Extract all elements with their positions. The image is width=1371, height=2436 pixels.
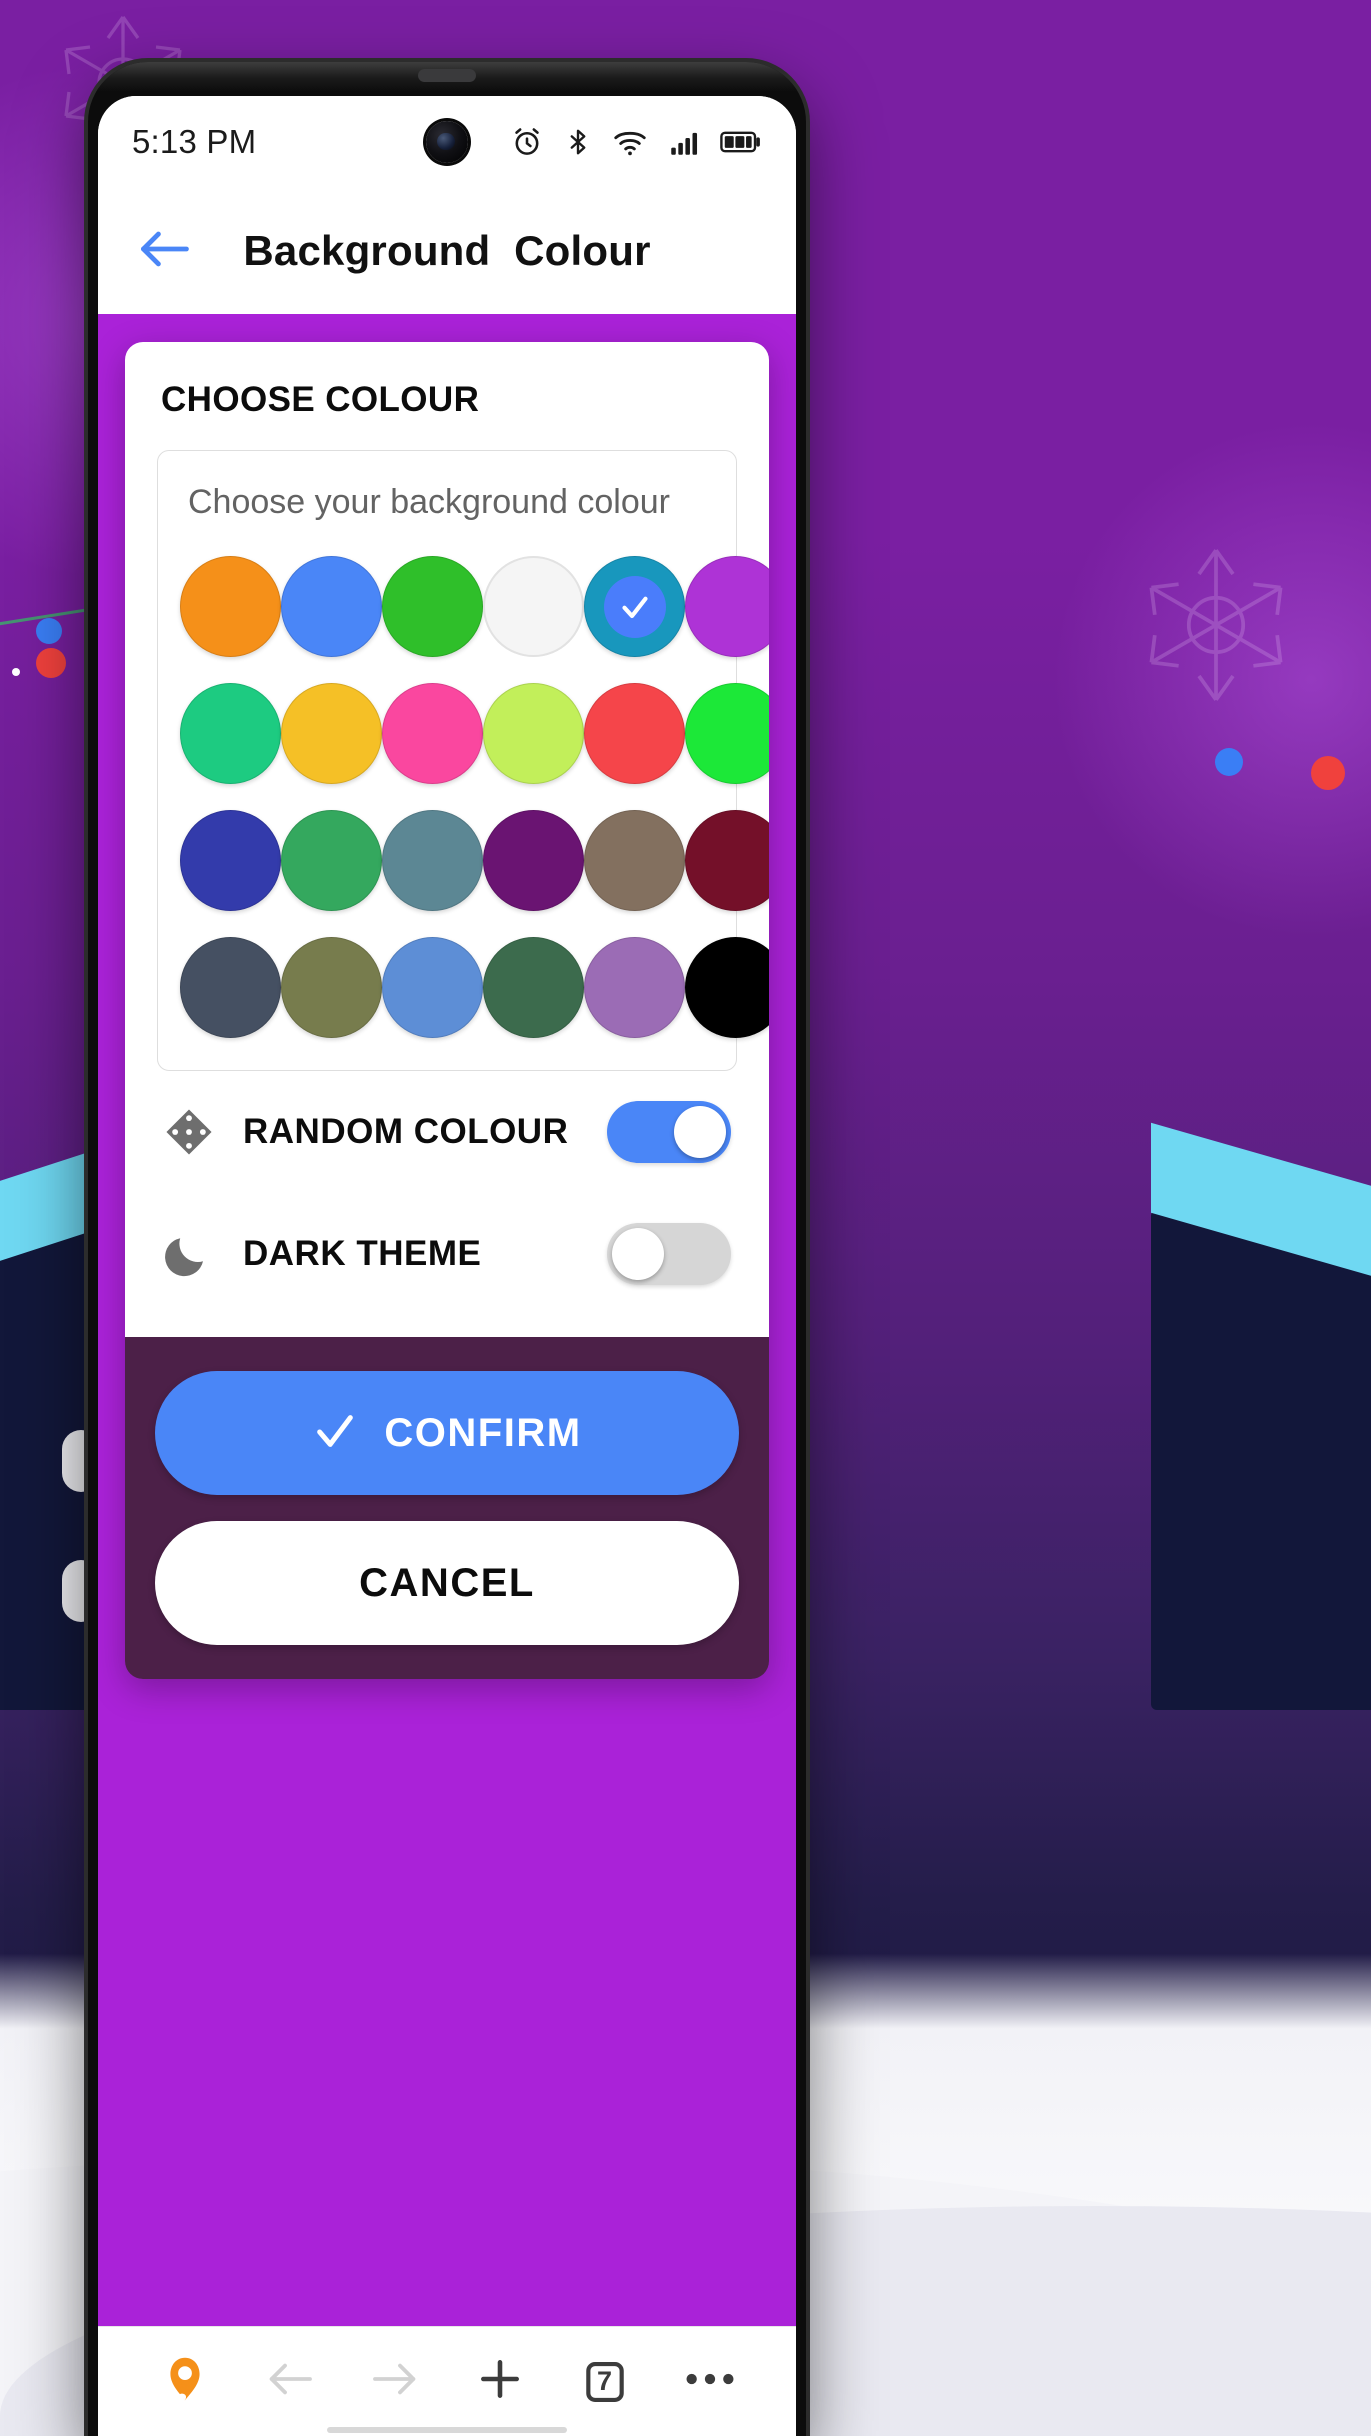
tab-count-label: 7 <box>596 2366 613 2396</box>
arrow-back-icon <box>265 2358 315 2405</box>
colour-swatch-pink[interactable] <box>382 683 483 784</box>
overflow-menu-button[interactable] <box>657 2327 762 2436</box>
colour-swatch-sea-green[interactable] <box>281 810 382 911</box>
garland-light <box>36 648 66 678</box>
earpiece-speaker <box>418 69 476 82</box>
colour-swatch-dark-purple[interactable] <box>483 810 584 911</box>
garland-light <box>1215 748 1243 776</box>
new-tab-button[interactable] <box>447 2327 552 2436</box>
page-title: Background Colour <box>243 227 651 274</box>
colour-swatch-cornflower[interactable] <box>382 937 483 1038</box>
random-colour-label: RANDOM COLOUR <box>243 1112 569 1151</box>
browser-forward-button[interactable] <box>342 2327 447 2436</box>
battery-icon <box>720 125 762 159</box>
colour-swatch-green[interactable] <box>382 556 483 657</box>
dark-theme-label: DARK THEME <box>243 1234 482 1273</box>
section-title: CHOOSE COLOUR <box>161 380 480 419</box>
page-content: CHOOSE COLOUR Choose your background col… <box>98 314 796 2436</box>
dialog-footer: CONFIRM CANCEL <box>125 1337 769 1679</box>
browser-back-button[interactable] <box>237 2327 342 2436</box>
swatch-panel: Choose your background colour <box>157 450 769 1071</box>
cellular-signal-icon <box>667 125 701 159</box>
dark-theme-toggle[interactable] <box>607 1223 731 1285</box>
kiwi-home-button[interactable] <box>132 2327 237 2436</box>
colour-swatch-red[interactable] <box>584 683 685 784</box>
cancel-button[interactable]: CANCEL <box>155 1521 739 1645</box>
colour-swatch-brown[interactable] <box>584 810 685 911</box>
gesture-handle <box>327 2427 567 2433</box>
kiwi-home-icon <box>160 2354 210 2409</box>
colour-swatch-bright-green[interactable] <box>685 683 769 784</box>
dice-icon <box>163 1106 229 1158</box>
confirm-button[interactable]: CONFIRM <box>155 1371 739 1495</box>
colour-swatch-amber[interactable] <box>281 683 382 784</box>
colour-swatch-slate-teal[interactable] <box>382 810 483 911</box>
colour-picker-dialog: CHOOSE COLOUR Choose your background col… <box>125 342 769 1679</box>
colour-swatch-orchid[interactable] <box>584 937 685 1038</box>
arrow-left-icon <box>136 227 192 276</box>
colour-swatch-black[interactable] <box>685 937 769 1038</box>
swatch-caption: Choose your background colour <box>188 483 670 521</box>
selected-check-icon <box>603 575 666 638</box>
garland-light <box>36 618 62 644</box>
wifi-icon <box>612 125 648 159</box>
back-button[interactable] <box>132 219 196 283</box>
colour-swatch-blue[interactable] <box>281 556 382 657</box>
colour-swatch-purple[interactable] <box>685 556 769 657</box>
wallpaper-house <box>1151 1210 1371 1710</box>
status-time: 5:13 PM <box>132 123 257 160</box>
colour-swatch-dark-slate[interactable] <box>180 937 281 1038</box>
colour-swatch-orange[interactable] <box>180 556 281 657</box>
browser-toolbar: 7 <box>98 2326 796 2436</box>
garland-light <box>12 668 20 676</box>
confirm-label: CONFIRM <box>384 1410 582 1455</box>
toggle-knob <box>612 1228 664 1280</box>
colour-swatch-indigo[interactable] <box>180 810 281 911</box>
colour-swatch-lime[interactable] <box>483 683 584 784</box>
status-icon-group <box>510 125 762 159</box>
bluetooth-icon <box>563 125 593 159</box>
moon-icon <box>163 1230 229 1278</box>
colour-swatch-emerald[interactable] <box>180 683 281 784</box>
overflow-menu-icon <box>685 2369 735 2394</box>
random-colour-toggle[interactable] <box>607 1101 731 1163</box>
tab-switcher-button[interactable]: 7 <box>552 2327 657 2436</box>
check-icon <box>312 1408 358 1459</box>
tab-count-icon: 7 <box>578 2355 632 2409</box>
random-colour-row[interactable]: RANDOM COLOUR <box>157 1071 737 1193</box>
colour-swatch-grid <box>180 556 769 1038</box>
colour-swatch-white[interactable] <box>483 556 584 657</box>
colour-swatch-forest-green[interactable] <box>483 937 584 1038</box>
dark-theme-row[interactable]: DARK THEME <box>157 1193 737 1315</box>
alarm-icon <box>510 125 544 159</box>
cancel-label: CANCEL <box>359 1560 535 1605</box>
arrow-forward-icon <box>370 2358 420 2405</box>
garland-light <box>1311 756 1345 790</box>
toggle-knob <box>674 1106 726 1158</box>
plus-new-tab-icon <box>475 2354 525 2409</box>
snowflake-icon <box>1131 540 1301 710</box>
colour-swatch-olive[interactable] <box>281 937 382 1038</box>
phone-device-frame: 5:13 PM Background Colour CHOOSE COLOUR … <box>88 62 806 2436</box>
front-camera-icon <box>426 121 468 163</box>
phone-screen: 5:13 PM Background Colour CHOOSE COLOUR … <box>98 96 796 2436</box>
status-bar: 5:13 PM <box>98 96 796 188</box>
app-bar: Background Colour <box>98 188 796 314</box>
colour-swatch-dark-maroon[interactable] <box>685 810 769 911</box>
colour-swatch-teal[interactable] <box>584 556 685 657</box>
dialog-body: CHOOSE COLOUR Choose your background col… <box>125 342 769 1337</box>
